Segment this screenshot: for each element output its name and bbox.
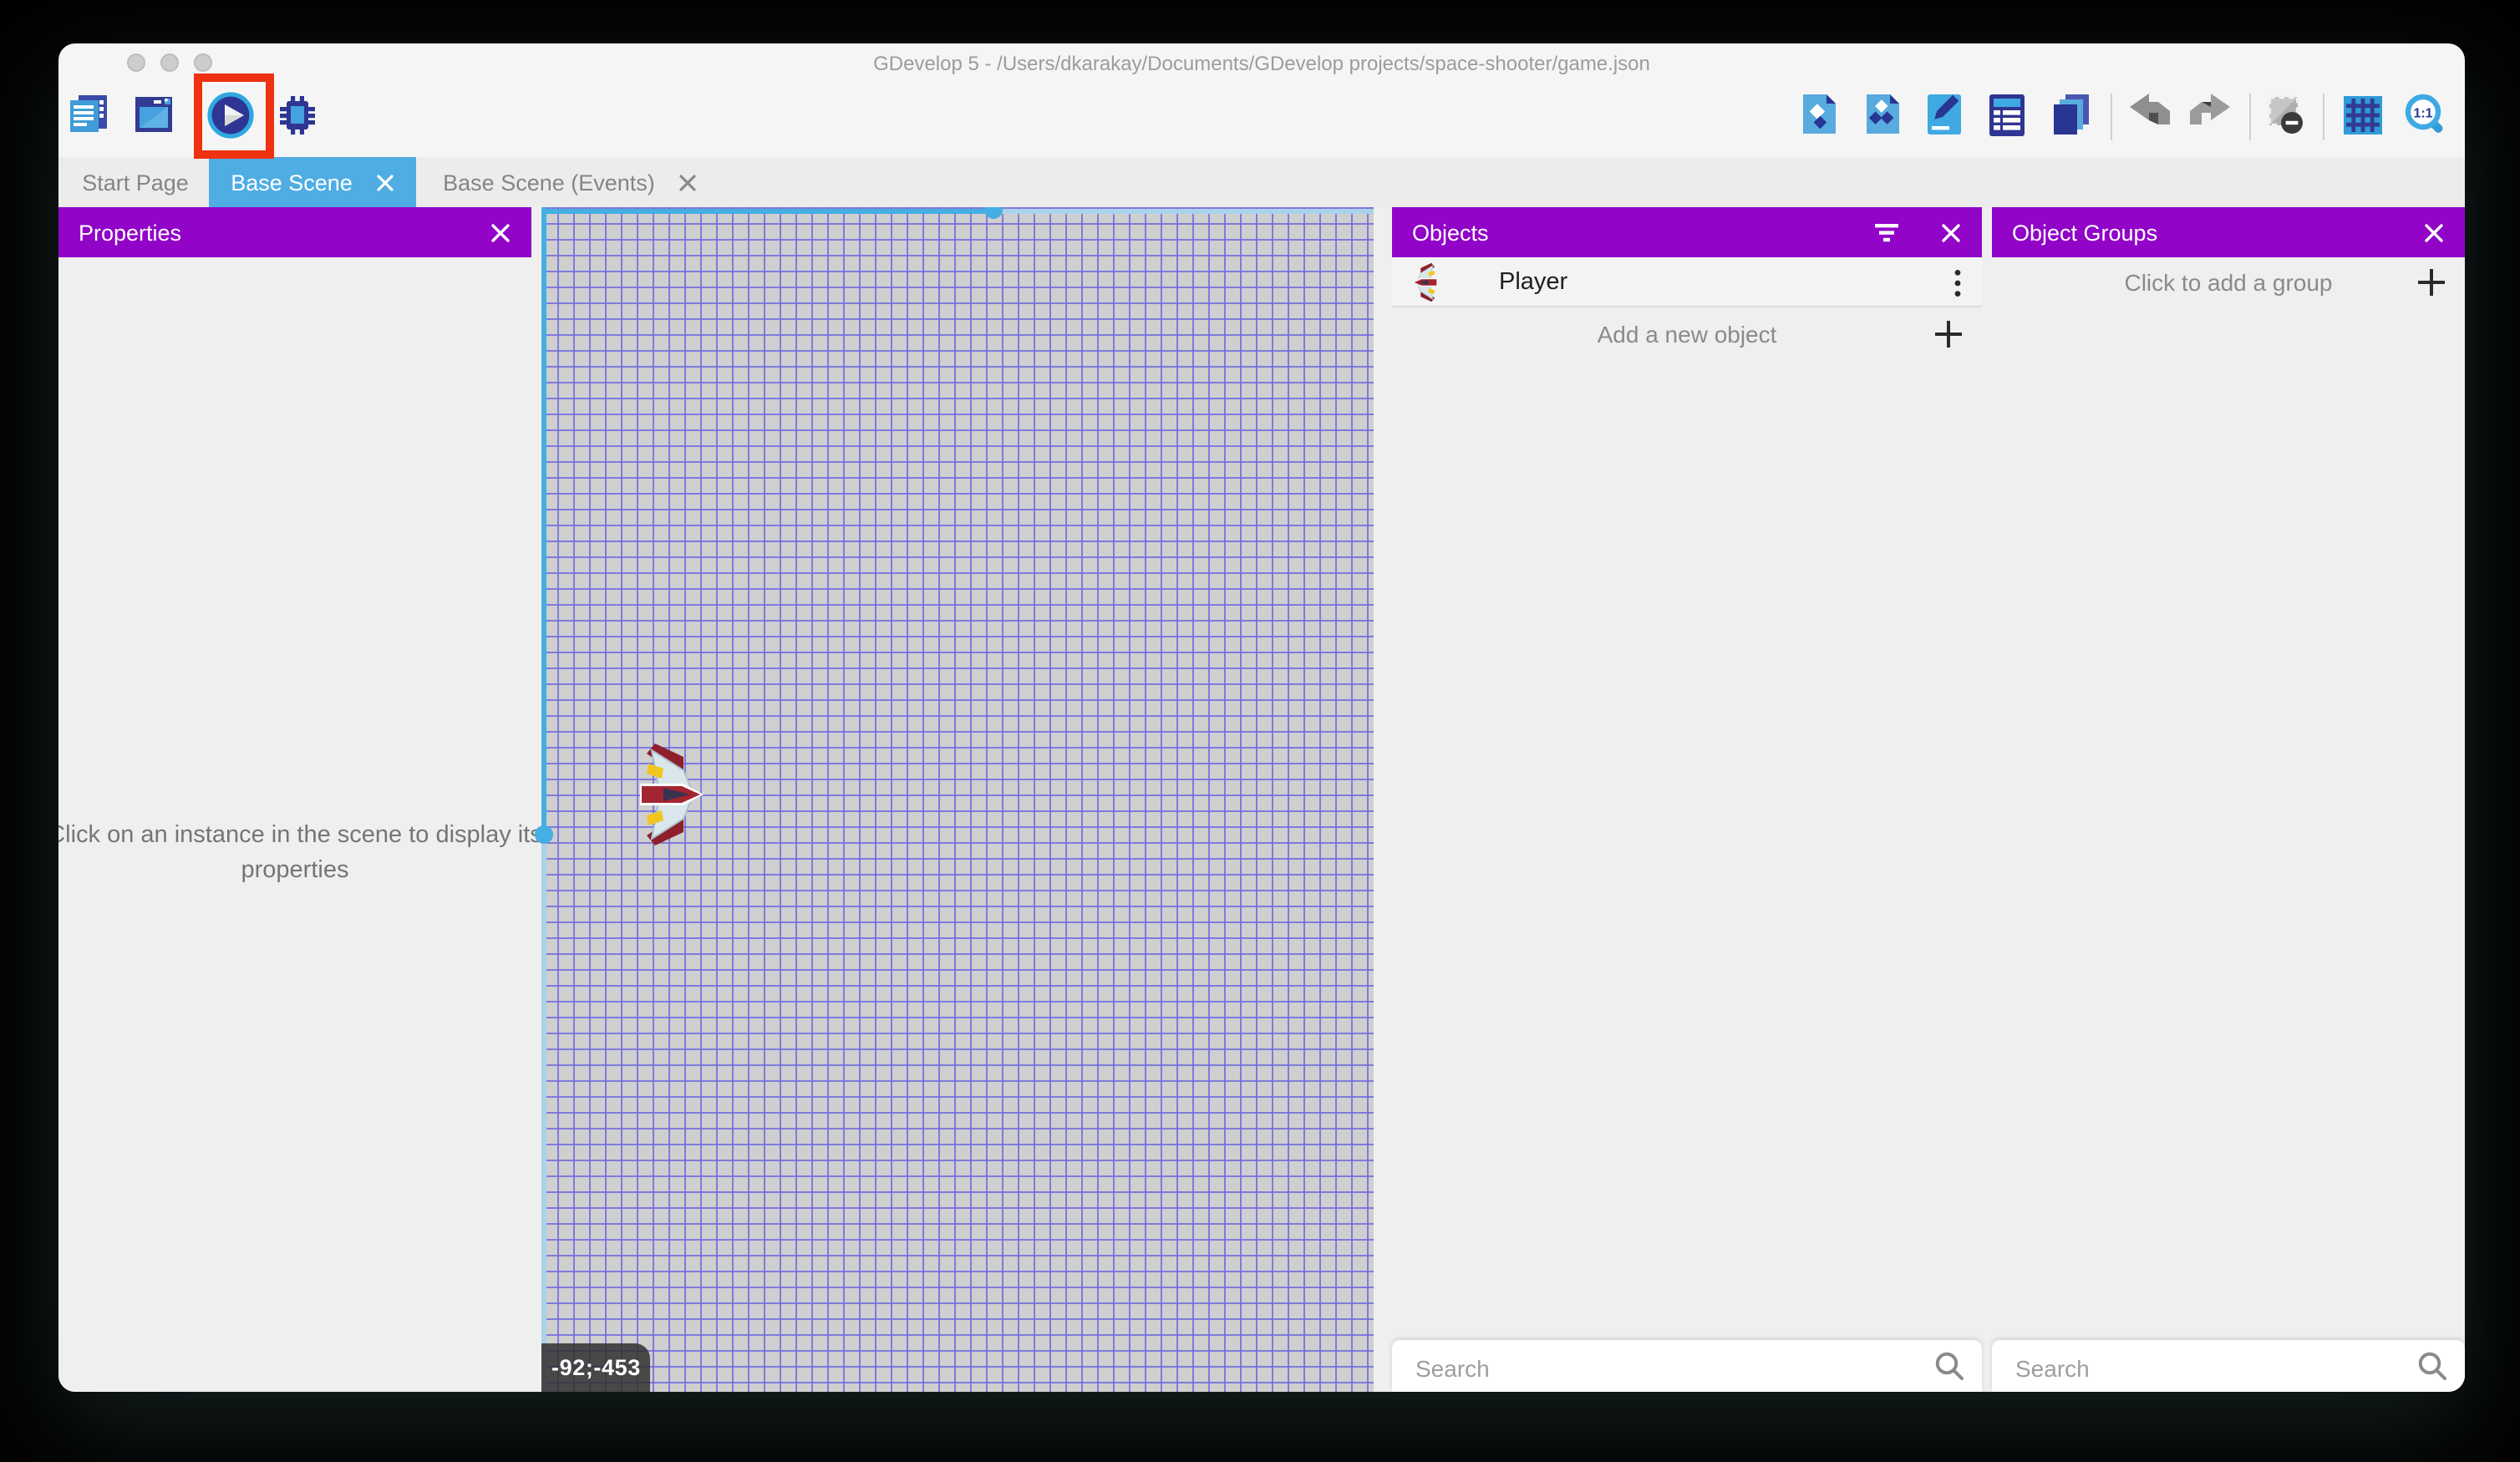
screenshot-root: GDevelop 5 - /Users/dkarakay/Documents/G… [0,0,2520,1462]
scene-window-border-top-light [994,209,1374,214]
svg-text:1:1: 1:1 [2413,106,2432,120]
object-menu-kebab-icon[interactable] [1954,269,1962,306]
objects-panel-icon [1795,90,1845,140]
toolbar-separator [2249,94,2251,140]
open-object-groups-button[interactable] [1858,90,1908,140]
open-instances-list-button[interactable] [1982,90,2032,140]
gdevelop-window: GDevelop 5 - /Users/dkarakay/Documents/G… [58,43,2465,1392]
close-tab-icon[interactable] [678,173,697,191]
objects-search-bar [1392,1340,1982,1392]
zoom-1-1-icon: 1:1 [2401,90,2451,140]
editor-content: Properties Click on an instance in the s… [58,207,2465,1392]
properties-empty-message: Click on an instance in the scene to dis… [58,819,546,889]
redo-button[interactable] [2184,90,2234,140]
open-objects-panel-button[interactable] [1795,90,1845,140]
add-group-row[interactable]: Click to add a group [1992,257,2465,307]
object-groups-panel-title: Object Groups [2012,220,2157,245]
add-group-label: Click to add a group [1992,269,2465,296]
layers-icon [2045,90,2096,140]
properties-panel-header: Properties [58,207,531,257]
scene-window-border-top [541,209,994,214]
properties-panel-title: Properties [79,220,181,245]
player-object-thumbnail [1409,262,1442,302]
add-object-label: Add a new object [1392,321,1982,348]
player-ship-instance[interactable] [635,742,707,847]
object-list-item-player[interactable]: Player [1392,257,1982,307]
redo-icon [2184,90,2234,140]
project-manager-icon [65,90,115,140]
undo-button[interactable] [2126,90,2176,140]
objects-panel-title: Objects [1412,220,1489,245]
undo-icon [2126,90,2176,140]
cursor-coordinates-badge: -92;-453 [541,1343,650,1392]
objects-panel: Objects [1392,207,1982,1392]
titlebar: GDevelop 5 - /Users/dkarakay/Documents/G… [58,43,2465,80]
preview-window-icon [130,90,180,140]
scene-border-handle-left[interactable] [535,825,553,844]
groups-search-input[interactable] [2012,1340,2350,1392]
debugger-icon [272,90,323,140]
main-toolbar: 1:1 [58,80,2465,157]
editor-tabbar: Start Page Base Scene Base Scene (Events… [58,157,2465,207]
mask-icon [2261,90,2311,140]
toggle-grid-button[interactable] [2338,90,2388,140]
zoom-one-to-one-button[interactable]: 1:1 [2401,90,2451,140]
objects-panel-header: Objects [1392,207,1982,257]
object-groups-icon [1858,90,1908,140]
close-panel-icon[interactable] [2423,221,2445,243]
scene-border-handle-top[interactable] [984,207,1003,219]
preview-window-button[interactable] [130,90,180,140]
filter-icon[interactable] [1873,223,1900,241]
close-panel-icon[interactable] [490,221,511,243]
add-new-object-row[interactable]: Add a new object [1392,309,1982,359]
grid-icon [2338,90,2388,140]
search-icon [2416,1350,2448,1390]
search-icon [1933,1350,1965,1390]
properties-pencil-icon [1920,90,1970,140]
object-name: Player [1499,268,1567,295]
tab-base-scene-events[interactable]: Base Scene (Events) [416,157,724,207]
scene-window-border-left [541,207,546,837]
instances-list-icon [1982,90,2032,140]
tab-start-page[interactable]: Start Page [62,157,209,207]
properties-panel: Properties Click on an instance in the s… [58,207,531,1392]
close-panel-icon[interactable] [1940,221,1962,243]
add-object-plus-icon[interactable] [1932,317,1965,351]
objects-search-input[interactable] [1412,1340,1832,1392]
open-layers-button[interactable] [2045,90,2096,140]
object-groups-panel: Object Groups Click to add a group [1992,207,2465,1392]
window-title: GDevelop 5 - /Users/dkarakay/Documents/G… [58,43,2465,80]
project-manager-button[interactable] [65,90,115,140]
close-tab-icon[interactable] [376,173,394,191]
toolbar-separator [2323,94,2324,140]
groups-search-bar [1992,1340,2465,1392]
object-groups-panel-header: Object Groups [1992,207,2465,257]
scene-canvas[interactable]: -92;-453 [541,207,1374,1392]
play-preview-button[interactable] [206,90,256,140]
open-properties-button[interactable] [1920,90,1970,140]
toggle-mask-button[interactable] [2261,90,2311,140]
tab-base-scene[interactable]: Base Scene [209,157,416,207]
play-icon [206,90,256,140]
toolbar-separator [2111,94,2112,140]
scene-window-border-left-light [541,837,546,1392]
add-group-plus-icon[interactable] [2415,266,2448,299]
debugger-button[interactable] [272,90,323,140]
